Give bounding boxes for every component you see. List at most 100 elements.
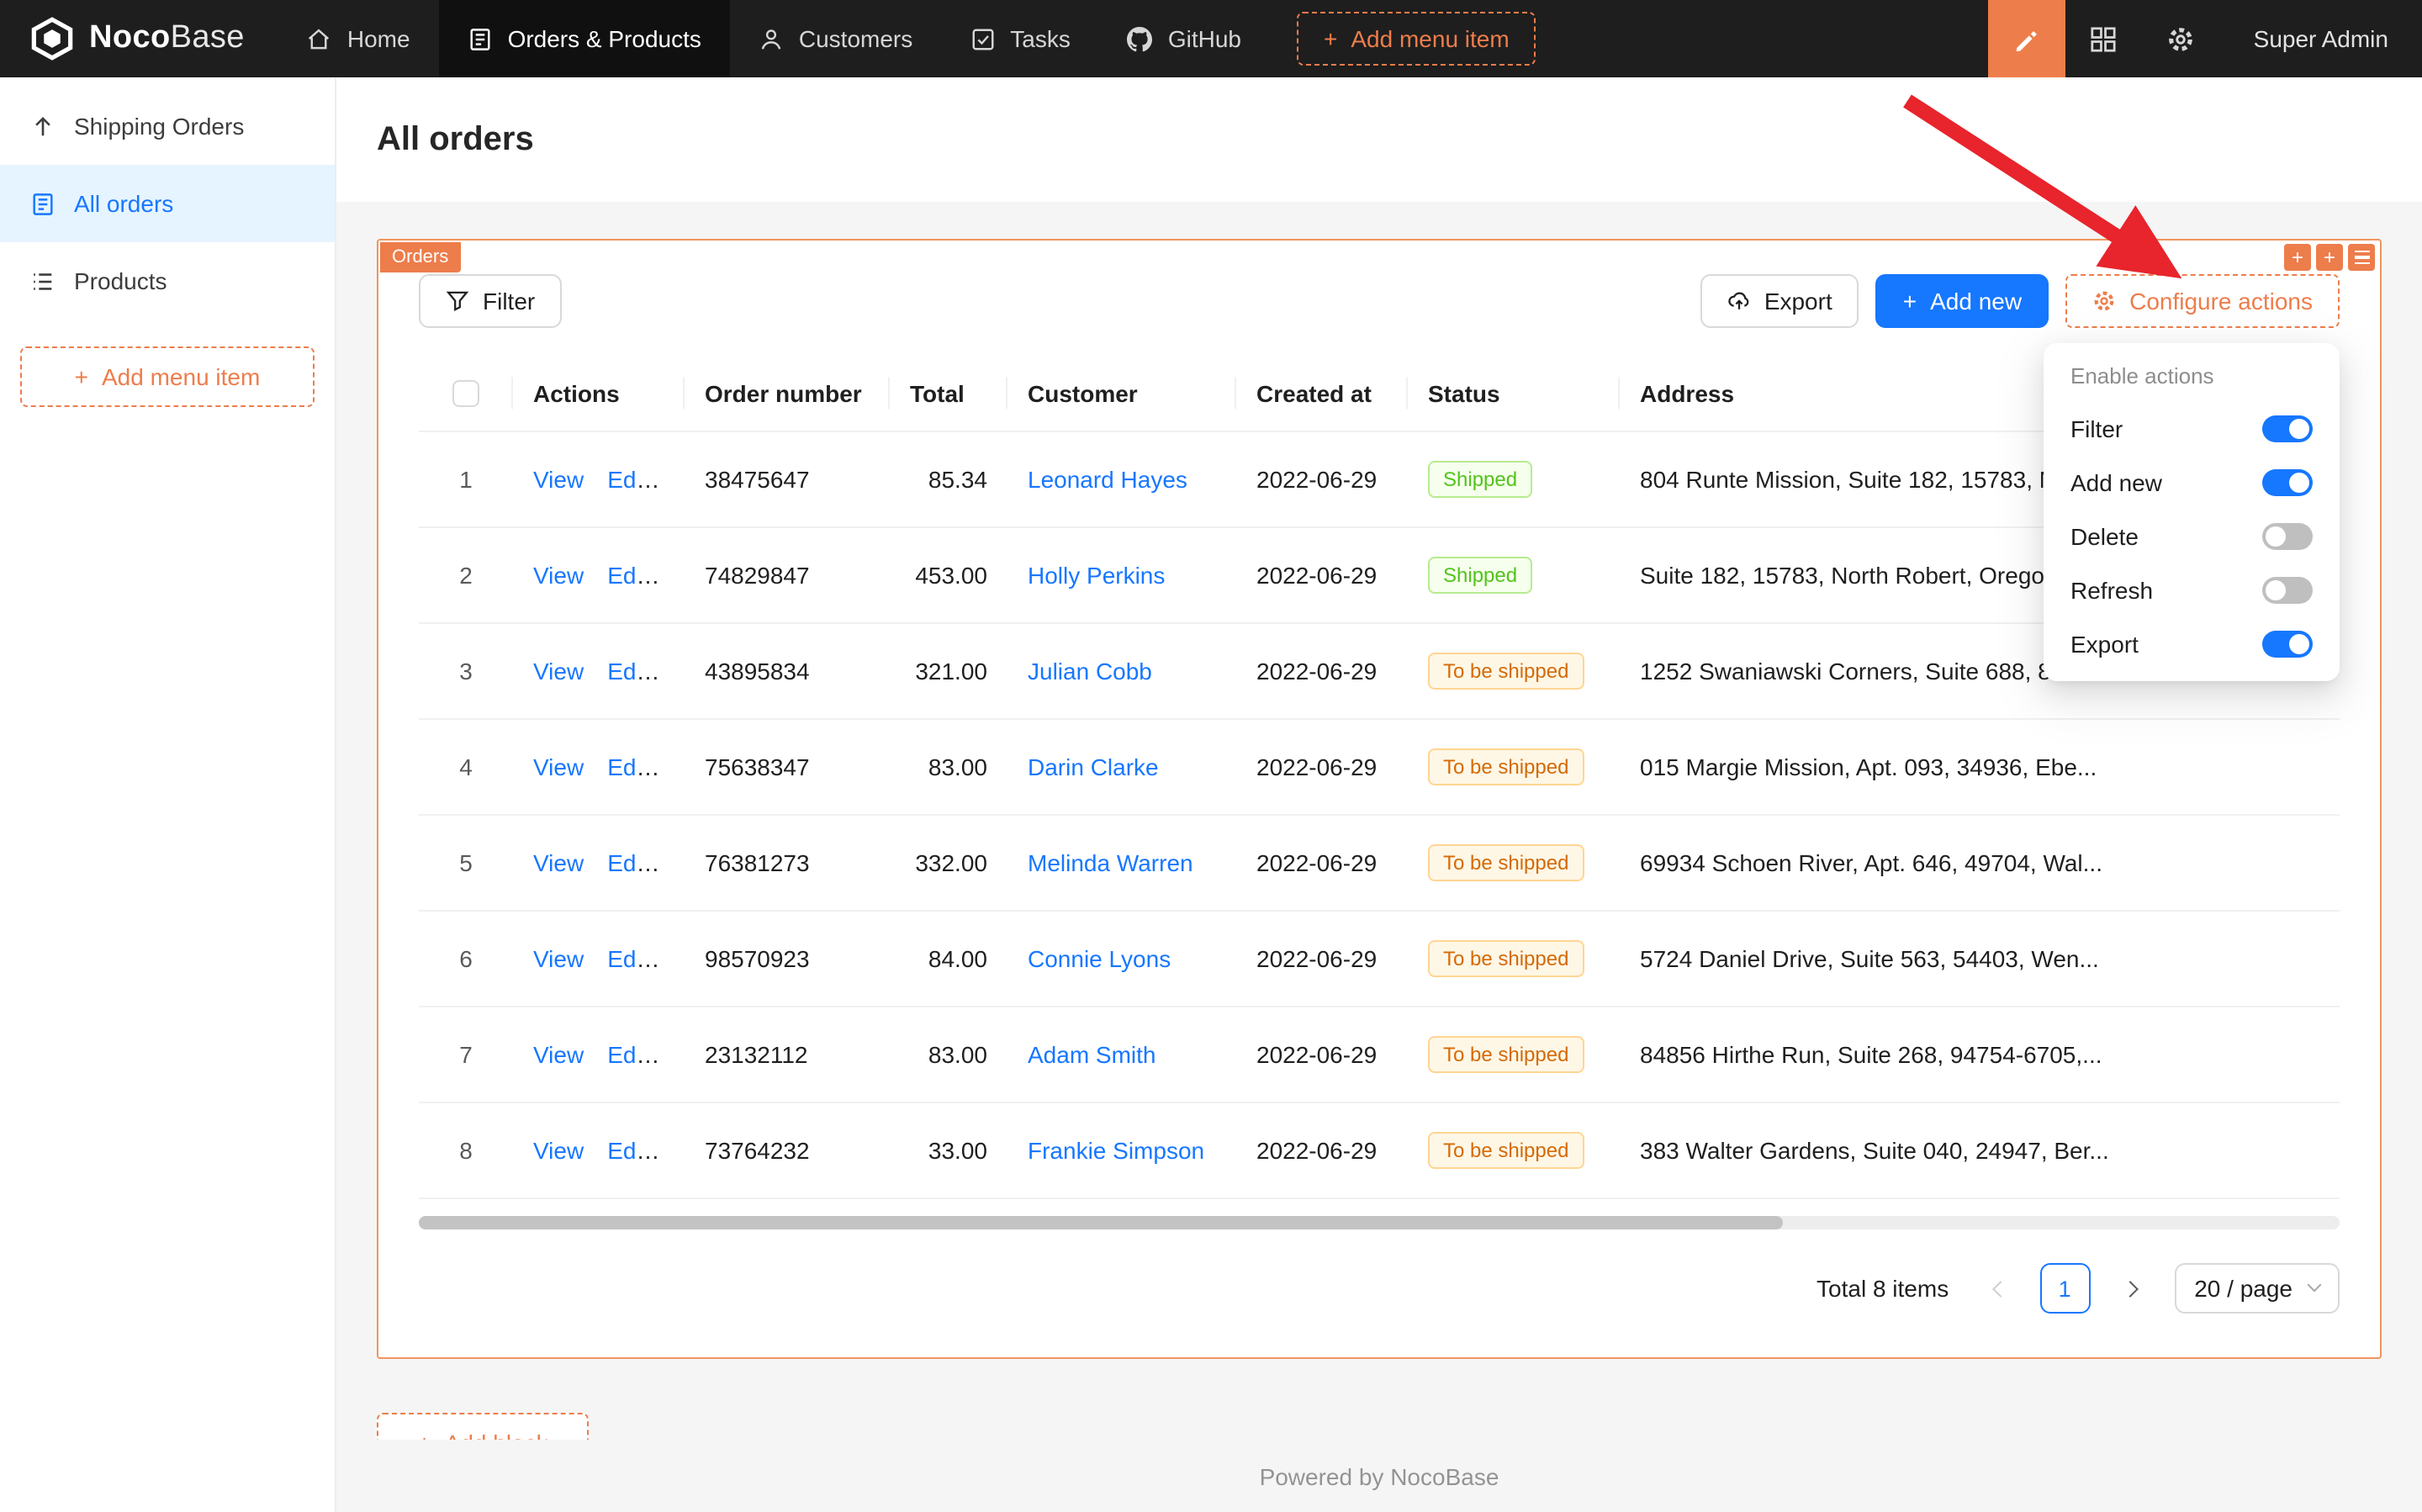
nav-item-home[interactable]: Home [278, 0, 439, 77]
customer-link[interactable]: Melinda Warren [1028, 850, 1193, 877]
sidebar-item-shipping-orders[interactable]: Shipping Orders [0, 87, 335, 165]
add-column-icon[interactable]: + [2284, 244, 2311, 271]
toggle-switch[interactable] [2262, 577, 2313, 604]
navbar-add-menu-item-button[interactable]: + Add menu item [1297, 12, 1536, 66]
order-number-cell: 43895834 [685, 624, 890, 720]
total-cell: 332.00 [890, 816, 1007, 912]
add-menu-item-label: Add menu item [102, 363, 260, 390]
view-link[interactable]: View [533, 1042, 584, 1069]
nav-item-label: Customers [799, 25, 912, 52]
enable-action-item[interactable]: Filter [2050, 402, 2333, 456]
plugin-manager-button[interactable] [2065, 0, 2143, 77]
customer-link[interactable]: Adam Smith [1028, 1042, 1156, 1069]
settings-button[interactable] [2143, 0, 2220, 77]
sidebar: Shipping Orders All orders Products + Ad… [0, 77, 336, 1512]
enable-action-item[interactable]: Delete [2050, 510, 2333, 563]
sidebar-item-all-orders[interactable]: All orders [0, 165, 335, 242]
edit-link[interactable]: Edit [607, 1138, 648, 1165]
nav-item-github[interactable]: GitHub [1099, 0, 1270, 77]
filter-button[interactable]: Filter [419, 274, 562, 328]
status-badge: Shipped [1428, 558, 1532, 595]
export-icon [1727, 289, 1751, 313]
order-number-cell: 74829847 [685, 528, 890, 624]
edit-link[interactable]: Edit [607, 850, 648, 877]
nav-item-tasks[interactable]: Tasks [941, 0, 1099, 77]
export-button[interactable]: Export [1700, 274, 1859, 328]
page-number-button[interactable]: 1 [2039, 1264, 2090, 1314]
view-link[interactable]: View [533, 658, 584, 685]
customer-link[interactable]: Leonard Hayes [1028, 467, 1187, 494]
order-number-cell: 23132112 [685, 1007, 890, 1103]
customer-link[interactable]: Holly Perkins [1028, 563, 1165, 589]
edit-link[interactable]: Edit [607, 658, 648, 685]
row-index: 1 [419, 432, 513, 528]
enable-action-item[interactable]: Add new [2050, 456, 2333, 510]
customer-cell: Adam Smith [1007, 1007, 1236, 1103]
col-header-actions: Actions [513, 355, 685, 432]
select-all-checkbox[interactable] [452, 381, 479, 408]
view-link[interactable]: View [533, 563, 584, 589]
page-size-select[interactable]: 20 / page [2174, 1264, 2340, 1314]
view-link[interactable]: View [533, 850, 584, 877]
status-badge: Shipped [1428, 462, 1532, 499]
order-number-cell: 73764232 [685, 1103, 890, 1199]
brand-name: NocoBase [89, 20, 245, 57]
edit-link[interactable]: Edit [607, 754, 648, 781]
edit-link[interactable]: Edit [607, 946, 648, 973]
customer-cell: Connie Lyons [1007, 912, 1236, 1007]
horizontal-scrollbar[interactable] [419, 1217, 2340, 1230]
add-block-icon[interactable]: + [2316, 244, 2343, 271]
order-number-cell: 98570923 [685, 912, 890, 1007]
customer-link[interactable]: Darin Clarke [1028, 754, 1159, 781]
brand-logo[interactable]: NocoBase [0, 0, 278, 77]
add-block-button[interactable]: + Add block [377, 1414, 589, 1441]
address-cell: 84856 Hirthe Run, Suite 268, 94754-6705,… [1620, 1007, 2340, 1103]
edit-link[interactable]: Edit [607, 1042, 648, 1069]
drag-menu-icon[interactable] [2348, 244, 2375, 271]
next-page-button[interactable] [2107, 1264, 2157, 1314]
sidebar-add-menu-item-button[interactable]: + Add menu item [20, 346, 315, 407]
gear-icon [2092, 289, 2116, 313]
toggle-switch[interactable] [2262, 631, 2313, 658]
edit-link[interactable]: Edit [607, 563, 648, 589]
customer-link[interactable]: Julian Cobb [1028, 658, 1152, 685]
status-cell: To be shipped [1408, 1007, 1620, 1103]
file-icon [30, 191, 56, 216]
sidebar-item-products[interactable]: Products [0, 242, 335, 320]
prev-page-button[interactable] [1972, 1264, 2023, 1314]
customer-link[interactable]: Connie Lyons [1028, 946, 1171, 973]
toggle-switch[interactable] [2262, 469, 2313, 496]
nav-item-customers[interactable]: Customers [730, 0, 941, 77]
view-link[interactable]: View [533, 946, 584, 973]
ui-editor-button[interactable] [1988, 0, 2065, 77]
table-row: 7ViewEdit2313211283.00Adam Smith2022-06-… [419, 1007, 2340, 1103]
view-link[interactable]: View [533, 467, 584, 494]
col-header-total: Total [890, 355, 1007, 432]
created-at-cell: 2022-06-29 [1236, 1103, 1408, 1199]
user-menu[interactable]: Super Admin [2220, 0, 2422, 77]
created-at-cell: 2022-06-29 [1236, 528, 1408, 624]
address-cell: 5724 Daniel Drive, Suite 563, 54403, Wen… [1620, 912, 2340, 1007]
customer-link[interactable]: Frankie Simpson [1028, 1138, 1204, 1165]
add-new-button[interactable]: + Add new [1876, 274, 2049, 328]
plus-icon: + [417, 1430, 431, 1441]
scrollbar-thumb[interactable] [419, 1217, 1783, 1230]
created-at-cell: 2022-06-29 [1236, 432, 1408, 528]
toggle-switch[interactable] [2262, 415, 2313, 442]
toggle-switch[interactable] [2262, 523, 2313, 550]
tasks-icon [970, 26, 995, 51]
configure-actions-button[interactable]: Configure actions [2065, 274, 2340, 328]
view-link[interactable]: View [533, 754, 584, 781]
created-at-cell: 2022-06-29 [1236, 816, 1408, 912]
nav-item-orders-products[interactable]: Orders & Products [439, 0, 730, 77]
toolbar-actions: Export + Add new Configure actions [1700, 274, 2340, 328]
enable-action-item[interactable]: Refresh [2050, 563, 2333, 617]
view-link[interactable]: View [533, 1138, 584, 1165]
edit-link[interactable]: Edit [607, 467, 648, 494]
table-row: 8ViewEdit7376423233.00Frankie Simpson202… [419, 1103, 2340, 1199]
add-new-label: Add new [1930, 288, 2022, 315]
customer-cell: Melinda Warren [1007, 816, 1236, 912]
page-size-value: 20 / page [2194, 1276, 2292, 1303]
enable-action-item[interactable]: Export [2050, 617, 2333, 671]
pagination-total: Total 8 items [1816, 1276, 1949, 1303]
